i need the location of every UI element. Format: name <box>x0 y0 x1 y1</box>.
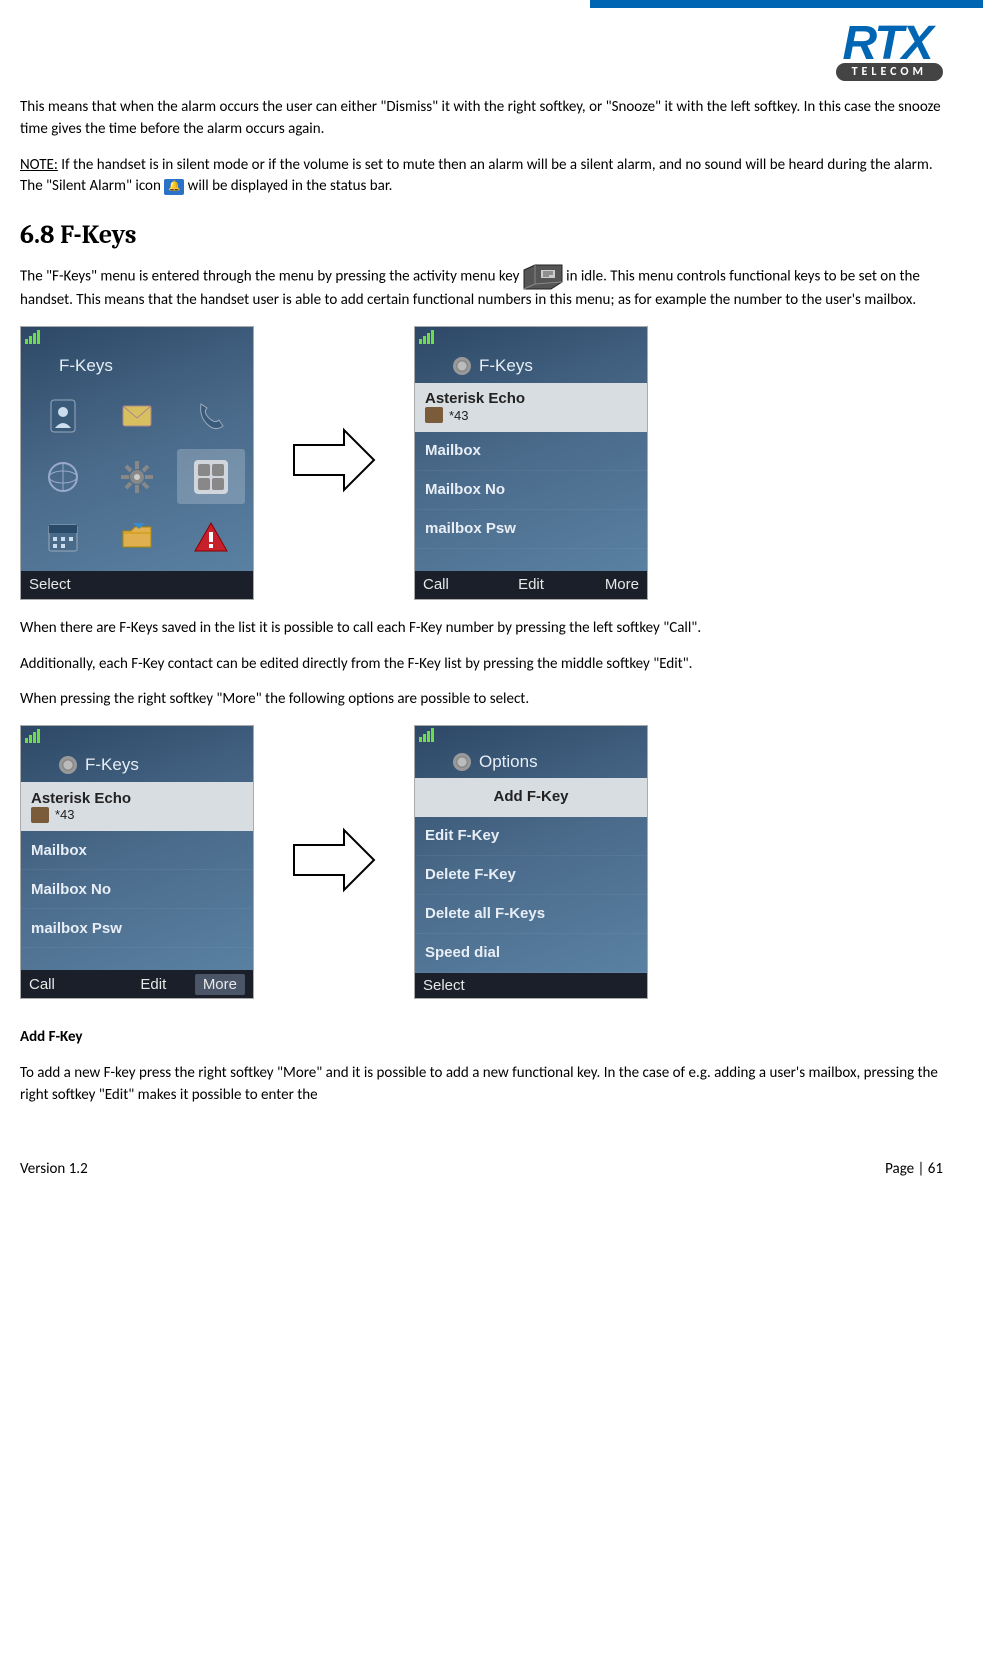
phone-screen-fkeys-more: F-Keys Asterisk Echo *43 Mailbox Mailbox… <box>20 725 254 999</box>
softkey-middle[interactable]: Edit <box>112 976 195 993</box>
note-text-b: will be displayed in the status bar. <box>184 177 392 195</box>
phone-screen-options: Options Add F-Key Edit F-Key Delete F-Ke… <box>414 725 648 999</box>
fkeys-list: Asterisk Echo *43 Mailbox Mailbox No mai… <box>21 782 253 970</box>
list-item[interactable]: mailbox Psw <box>415 510 647 549</box>
list-item-selected[interactable]: Asterisk Echo *43 <box>21 782 253 831</box>
signal-icon <box>25 729 40 743</box>
arrow-icon <box>284 825 384 900</box>
list-item[interactable]: Speed dial <box>415 934 647 973</box>
item-number: *43 <box>55 807 75 822</box>
list-item[interactable]: Mailbox No <box>415 471 647 510</box>
softkey-bar: Select <box>21 571 253 599</box>
status-bar <box>21 327 253 347</box>
menu-messages[interactable] <box>103 389 171 444</box>
phone-screen-fkeys-list: F-Keys Asterisk Echo *43 Mailbox Mailbox… <box>414 326 648 600</box>
softkey-left[interactable]: Call <box>29 976 112 993</box>
silent-alarm-icon <box>164 179 184 195</box>
note-text-a: If the handset is in silent mode or if t… <box>20 156 933 196</box>
list-item[interactable]: Delete F-Key <box>415 856 647 895</box>
menu-key-icon <box>523 264 563 290</box>
softkey-bar: Call Edit More <box>415 571 647 599</box>
item-name: Asterisk Echo <box>425 390 525 407</box>
softkey-left[interactable]: Select <box>423 977 495 994</box>
footer-page: Page | 61 <box>885 1160 943 1178</box>
paragraph-fkeys-intro: The "F-Keys" menu is entered through the… <box>20 264 943 312</box>
brand-logo: RTX <box>843 20 943 68</box>
paragraph-edit: Additionally, each F-Key contact can be … <box>20 654 943 676</box>
contact-icon <box>425 407 443 423</box>
menu-folder[interactable] <box>103 510 171 565</box>
status-bar <box>415 726 647 744</box>
list-item[interactable]: Mailbox <box>415 432 647 471</box>
screen-title: F-Keys <box>21 347 253 383</box>
section-heading: 6.8 F-Keys <box>20 220 943 250</box>
list-item[interactable]: mailbox Psw <box>21 909 253 948</box>
list-item[interactable]: Edit F-Key <box>415 817 647 856</box>
para2a: The "F-Keys" menu is entered through the… <box>20 268 523 286</box>
screen-title: F-Keys <box>415 347 647 383</box>
softkey-middle[interactable]: Edit <box>495 576 567 593</box>
softkey-right-highlighted[interactable]: More <box>195 974 245 995</box>
figure-row-1: F-Keys Select F-Keys <box>20 326 943 600</box>
paragraph-call: When there are F-Keys saved in the list … <box>20 618 943 640</box>
paragraph-add-fkey: To add a new F-key press the right softk… <box>20 1063 943 1107</box>
header-stripe <box>590 0 983 8</box>
softkey-left[interactable]: Select <box>29 576 101 593</box>
item-number: *43 <box>449 408 469 423</box>
paragraph-intro: This means that when the alarm occurs th… <box>20 97 943 141</box>
menu-alert[interactable] <box>177 510 245 565</box>
logo-container: RTX TELECOM <box>0 8 983 97</box>
menu-calendar[interactable] <box>29 510 97 565</box>
signal-icon <box>25 330 40 344</box>
softkey-right[interactable]: More <box>567 576 639 593</box>
footer-version: Version 1.2 <box>20 1160 88 1178</box>
softkey-left[interactable]: Call <box>423 576 495 593</box>
menu-calls[interactable] <box>177 389 245 444</box>
list-item-selected[interactable]: Add F-Key <box>415 778 647 817</box>
brand-text: RTX <box>843 20 932 68</box>
status-bar <box>415 327 647 347</box>
brand-subtext: TELECOM <box>836 63 943 81</box>
paragraph-more: When pressing the right softkey "More" t… <box>20 689 943 711</box>
menu-network[interactable] <box>29 449 97 504</box>
item-name: Asterisk Echo <box>31 790 131 807</box>
screen-title: Options <box>415 744 647 778</box>
list-item[interactable]: Delete all F-Keys <box>415 895 647 934</box>
contact-icon <box>31 807 49 823</box>
menu-settings[interactable] <box>103 449 171 504</box>
list-item[interactable]: Mailbox No <box>21 870 253 909</box>
menu-fkeys[interactable] <box>177 449 245 504</box>
phone-screen-menu: F-Keys Select <box>20 326 254 600</box>
screen-title: F-Keys <box>21 746 253 782</box>
list-item[interactable]: Mailbox <box>21 831 253 870</box>
softkey-bar: Select <box>415 973 647 998</box>
signal-icon <box>419 330 434 344</box>
figure-row-2: F-Keys Asterisk Echo *43 Mailbox Mailbox… <box>20 725 943 999</box>
arrow-icon <box>284 425 384 500</box>
subheading-add-fkey: Add F-Key <box>20 1027 943 1049</box>
option-label: Add F-Key <box>494 788 569 805</box>
menu-contacts[interactable] <box>29 389 97 444</box>
menu-grid <box>21 383 253 571</box>
signal-icon <box>419 728 434 742</box>
note-label: NOTE: <box>20 156 58 174</box>
paragraph-note: NOTE: If the handset is in silent mode o… <box>20 155 943 199</box>
status-bar <box>21 726 253 746</box>
list-item-selected[interactable]: Asterisk Echo *43 <box>415 383 647 432</box>
page-footer: Version 1.2 Page | 61 <box>0 1140 983 1198</box>
softkey-bar: Call Edit More <box>21 970 253 998</box>
options-list: Add F-Key Edit F-Key Delete F-Key Delete… <box>415 778 647 973</box>
fkeys-list: Asterisk Echo *43 Mailbox Mailbox No mai… <box>415 383 647 571</box>
